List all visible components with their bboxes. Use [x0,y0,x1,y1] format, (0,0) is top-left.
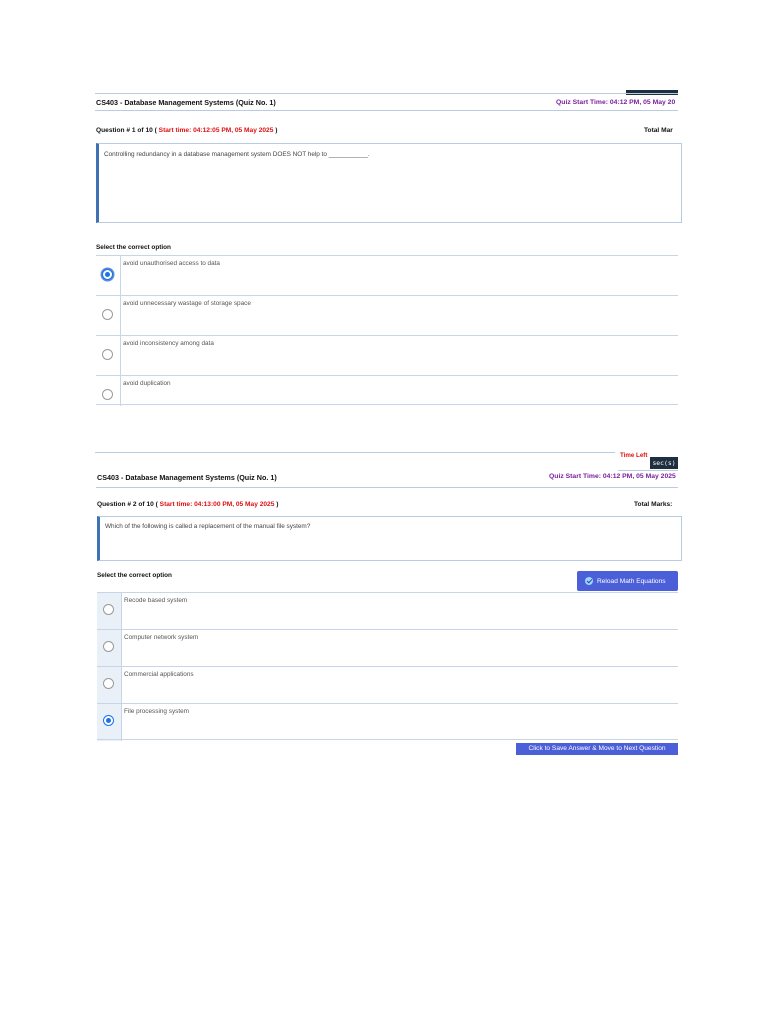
quiz-start-time: Quiz Start Time: 04:12 PM, 05 May 2025 [549,473,676,480]
option-radio[interactable] [102,309,113,320]
check-circle-icon [585,577,593,585]
option-radio[interactable] [103,604,114,615]
options-bottom-border [96,404,678,405]
options-bottom-border [97,739,678,740]
time-left-box-border [618,470,678,471]
option-label: avoid unauthorised access to data [123,260,220,267]
question-header: Question # 1 of 10 ( Start time: 04:12:0… [96,127,277,134]
option-row[interactable]: Recode based system [97,592,678,630]
option-radio[interactable] [103,678,114,689]
option-radio[interactable] [102,269,113,280]
time-left-value: sec(s) [650,457,678,469]
question-start-time: Start time: 04:13:00 PM, 05 May 2025 [159,501,275,508]
option-radio-cell [97,593,122,630]
header-top-border [95,452,615,453]
option-radio-cell [96,376,121,406]
option-label: avoid unnecessary wastage of storage spa… [123,300,251,307]
option-label: Commercial applications [124,671,194,678]
option-row[interactable]: File processing system [97,703,678,741]
option-radio[interactable] [103,715,114,726]
select-option-label: Select the correct option [96,244,171,251]
question-start-time: Start time: 04:12:05 PM, 05 May 2025 [158,127,274,134]
quiz-screenshot-1: CS403 - Database Management Systems (Qui… [0,82,768,412]
question-box: Controlling redundancy in a database man… [96,143,682,223]
save-next-button[interactable]: Click to Save Answer & Move to Next Ques… [516,743,678,755]
option-row[interactable]: avoid unnecessary wastage of storage spa… [96,295,678,336]
question-text: Which of the following is called a repla… [105,523,311,530]
option-radio-cell [97,667,122,704]
time-left-label: Time Left [620,452,648,459]
option-label: avoid inconsistency among data [123,340,214,347]
option-radio-cell [97,704,122,741]
option-radio-cell [96,296,121,336]
option-row[interactable]: avoid duplication [96,375,678,406]
question-header-close: ) [275,127,278,134]
option-label: Recode based system [124,597,188,604]
option-radio[interactable] [102,389,113,400]
header-bottom-border [96,487,678,488]
option-label: Computer network system [124,634,199,641]
option-row[interactable]: Commercial applications [97,666,678,704]
header-top-border [95,93,678,94]
total-marks: Total Marks: [634,501,673,508]
quiz-start-time: Quiz Start Time: 04:12 PM, 05 May 20 [556,99,676,106]
option-label: avoid duplication [123,380,171,387]
total-marks: Total Mar [644,127,673,134]
option-row[interactable]: Computer network system [97,629,678,667]
option-label: File processing system [124,708,189,715]
header-bottom-border [95,110,678,111]
option-radio[interactable] [102,349,113,360]
course-title: CS403 - Database Management Systems (Qui… [97,473,277,482]
option-radio-cell [96,336,121,376]
option-row[interactable]: avoid unauthorised access to data [96,255,678,296]
question-number: Question # 1 of 10 ( [96,127,157,134]
select-option-label: Select the correct option [97,572,172,579]
reload-math-button[interactable]: Reload Math Equations [577,571,678,591]
question-text: Controlling redundancy in a database man… [104,151,370,158]
option-radio-cell [96,256,121,296]
question-header: Question # 2 of 10 ( Start time: 04:13:0… [97,501,278,508]
quiz-screenshot-2: Time Left sec(s) CS403 - Database Manage… [0,445,768,760]
option-radio-cell [97,630,122,667]
question-box: Which of the following is called a repla… [97,516,682,561]
option-row[interactable]: avoid inconsistency among data [96,335,678,376]
question-header-close: ) [276,501,279,508]
reload-math-label: Reload Math Equations [597,577,666,585]
option-radio[interactable] [103,641,114,652]
question-number: Question # 2 of 10 ( [97,501,158,508]
course-title: CS403 - Database Management Systems (Qui… [96,98,276,107]
